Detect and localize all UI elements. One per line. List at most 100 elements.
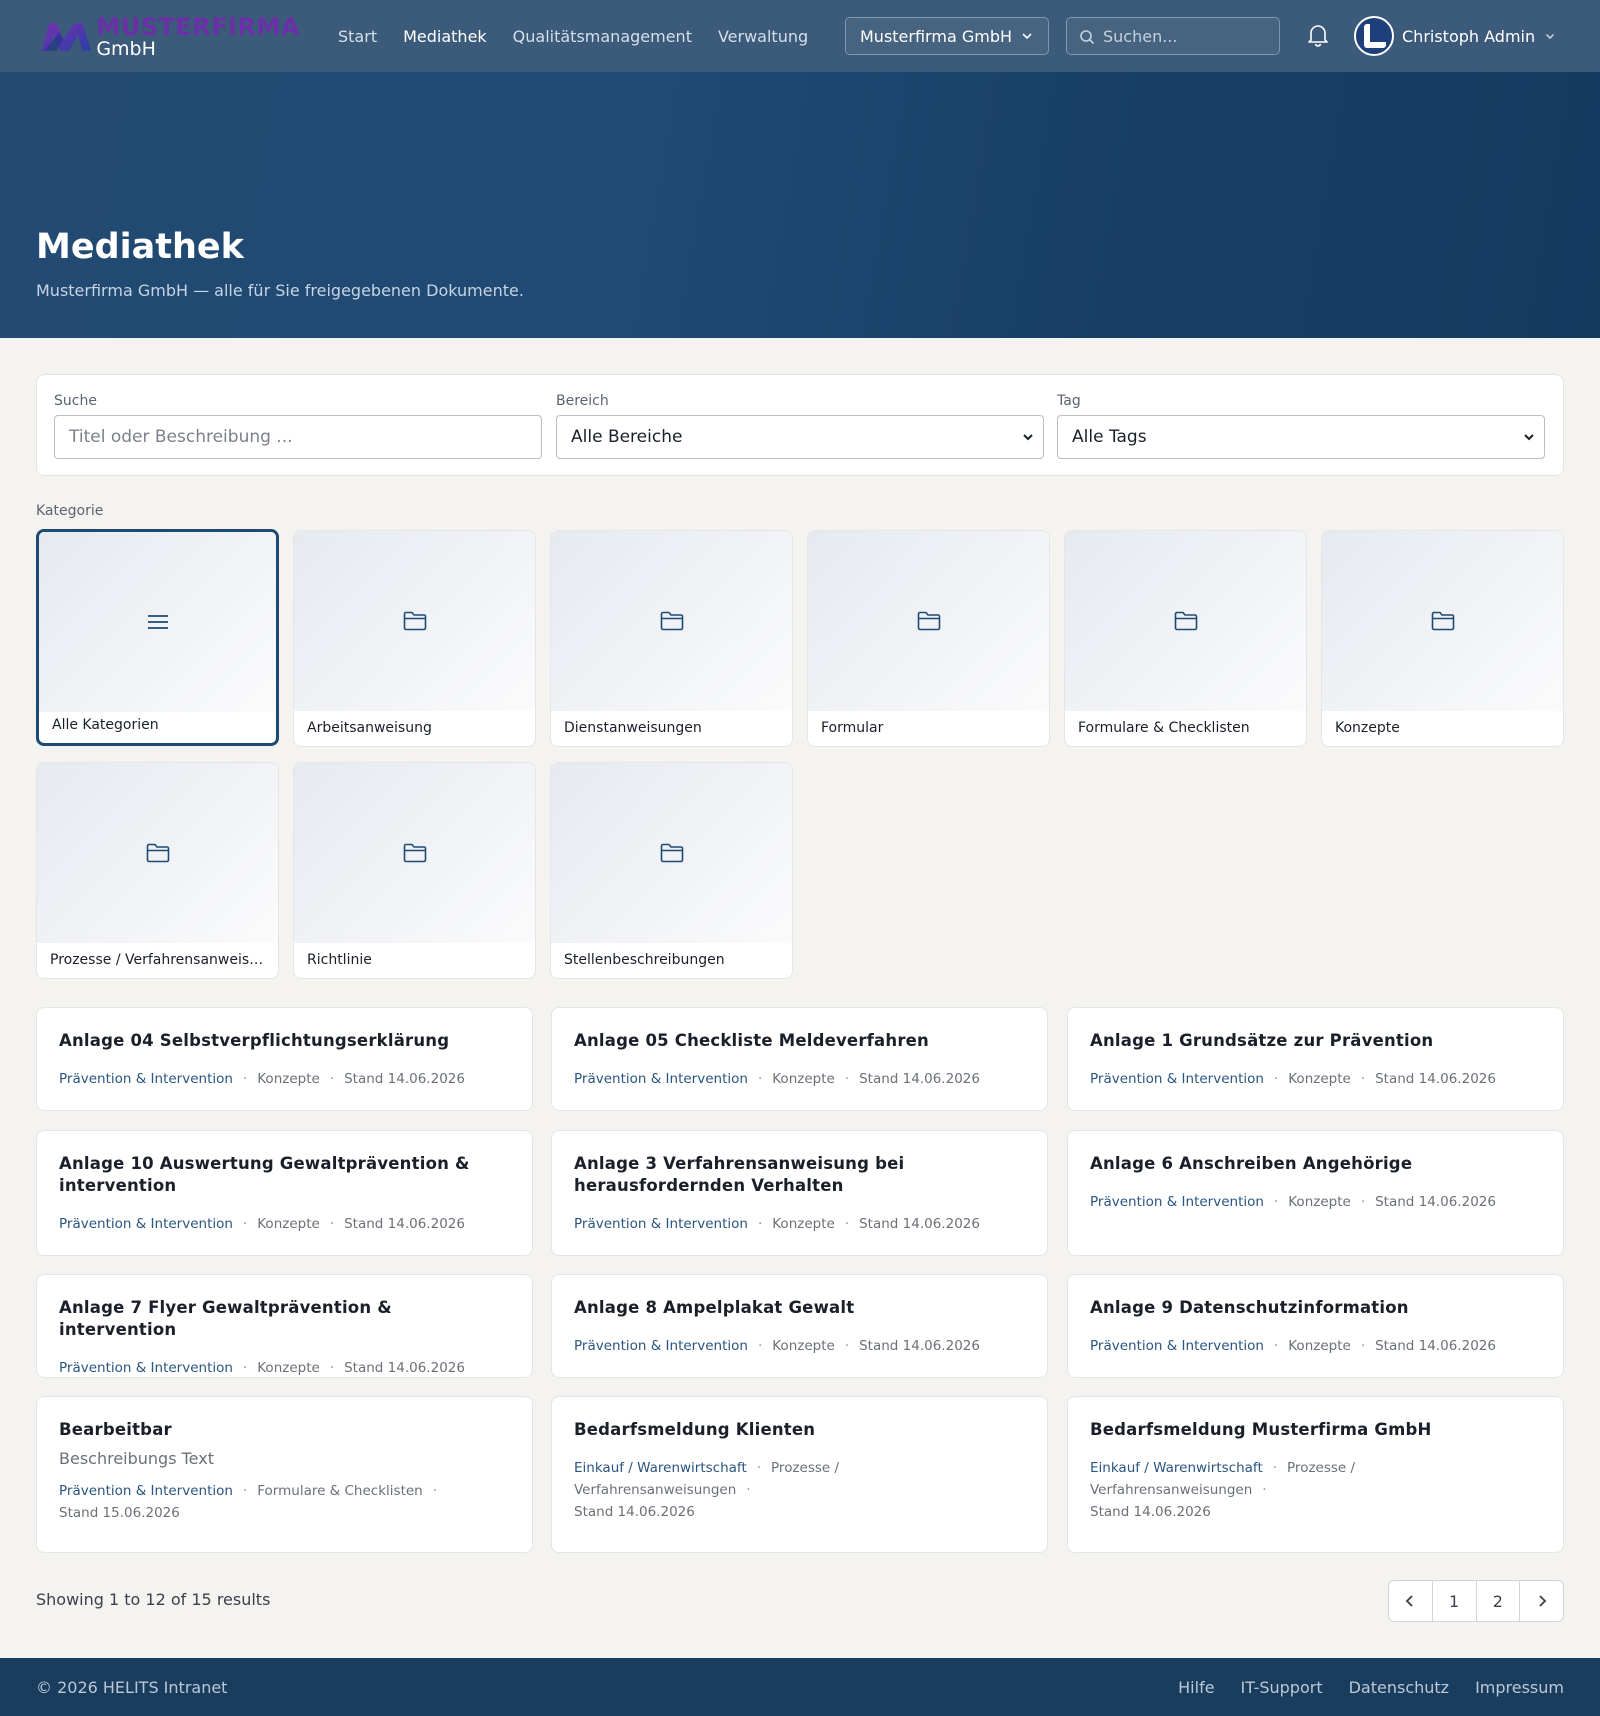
document-title: Anlage 7 Flyer Gewaltprävention & interv… bbox=[59, 1298, 392, 1339]
document-date: Stand 14.06.2026 bbox=[859, 1071, 980, 1087]
chevron-down-icon[interactable] bbox=[1544, 30, 1556, 42]
document-card[interactable]: Anlage 05 Checkliste Meldeverfahren Präv… bbox=[551, 1007, 1048, 1111]
document-area: Prävention & Intervention bbox=[574, 1071, 748, 1087]
footer-link-datenschutz[interactable]: Datenschutz bbox=[1349, 1678, 1449, 1697]
category-label: Kategorie bbox=[36, 503, 104, 519]
folder-icon bbox=[403, 611, 426, 631]
category-tile-label: Formulare & Checklisten bbox=[1078, 720, 1250, 736]
area-select[interactable]: Alle Bereiche bbox=[556, 415, 1044, 459]
user-menu-name[interactable]: Christoph Admin bbox=[1402, 0, 1535, 72]
main-menu: Start Mediathek Qualitätsmanagement Verw… bbox=[338, 0, 834, 72]
document-card[interactable]: Anlage 10 Auswertung Gewaltprävention & … bbox=[36, 1130, 533, 1256]
document-title: Anlage 9 Datenschutzinformation bbox=[1090, 1298, 1409, 1317]
document-category: Konzepte bbox=[257, 1216, 320, 1232]
page-hero: Mediathek Musterfirma GmbH — alle für Si… bbox=[0, 72, 1600, 338]
organization-select-value: Musterfirma GmbH bbox=[860, 26, 1012, 46]
document-title: Anlage 6 Anschreiben Angehörige bbox=[1090, 1154, 1413, 1173]
area-label: Bereich bbox=[556, 393, 609, 409]
document-card[interactable]: Anlage 9 Datenschutzinformation Präventi… bbox=[1067, 1274, 1564, 1378]
document-meta: Einkauf / Warenwirtschaft · Prozesse / Ver… bbox=[1090, 1460, 1356, 1520]
category-tile-prozesse[interactable]: Prozesse / Verfahrensanweisu... bbox=[36, 762, 279, 979]
document-date: Stand 14.06.2026 bbox=[1375, 1194, 1496, 1210]
tag-select[interactable]: Alle Tags bbox=[1057, 415, 1545, 459]
global-search[interactable] bbox=[1066, 17, 1280, 55]
document-category: Konzepte bbox=[772, 1216, 835, 1232]
nav-verwaltung[interactable]: Verwaltung bbox=[718, 27, 808, 46]
search-label: Suche bbox=[54, 393, 97, 409]
document-date: Stand 14.06.2026 bbox=[1375, 1071, 1496, 1087]
chevron-down-icon bbox=[1022, 33, 1032, 40]
document-card[interactable]: Bedarfsmeldung Klienten Einkauf / Warenw… bbox=[551, 1396, 1048, 1553]
category-tile-konzepte[interactable]: Konzepte bbox=[1321, 530, 1564, 747]
prev-page-button[interactable] bbox=[1389, 1581, 1432, 1621]
next-page-button[interactable] bbox=[1519, 1581, 1563, 1621]
category-tile-label: Richtlinie bbox=[307, 952, 372, 968]
category-tile-dienstanweisungen[interactable]: Dienstanweisungen bbox=[550, 530, 793, 747]
folder-icon bbox=[660, 843, 683, 863]
page-button-2[interactable]: 2 bbox=[1475, 1581, 1520, 1621]
category-tile-formular[interactable]: Formular bbox=[807, 530, 1050, 747]
document-category: Konzepte bbox=[772, 1338, 835, 1354]
organization-select[interactable]: Musterfirma GmbH bbox=[845, 17, 1049, 55]
document-title: Bedarfsmeldung Klienten bbox=[574, 1420, 816, 1439]
nav-start[interactable]: Start bbox=[338, 27, 377, 46]
document-meta: Prävention & Intervention · Konzepte · Stand… bbox=[574, 1338, 980, 1354]
category-tile-label: Stellenbeschreibungen bbox=[564, 952, 725, 968]
folder-icon bbox=[146, 843, 169, 863]
chevron-down-icon bbox=[1023, 434, 1033, 441]
document-area: Prävention & Intervention bbox=[574, 1338, 748, 1354]
folder-icon bbox=[660, 611, 683, 631]
global-search-input[interactable] bbox=[1103, 26, 1273, 46]
nav-mediathek[interactable]: Mediathek bbox=[403, 27, 487, 46]
document-card[interactable]: Bedarfsmeldung Musterfirma GmbH Einkauf … bbox=[1067, 1396, 1564, 1553]
document-area: Prävention & Intervention bbox=[59, 1483, 233, 1499]
document-title: Bearbeitbar bbox=[59, 1420, 172, 1439]
footer-link-it-support[interactable]: IT-Support bbox=[1241, 1678, 1323, 1697]
avatar[interactable] bbox=[1354, 16, 1394, 56]
category-tile-arbeitsanweisung[interactable]: Arbeitsanweisung bbox=[293, 530, 536, 747]
document-category: Konzepte bbox=[1288, 1071, 1351, 1087]
document-card[interactable]: Anlage 6 Anschreiben Angehörige Präventi… bbox=[1067, 1130, 1564, 1256]
nav-qualitaetsmanagement[interactable]: Qualitätsmanagement bbox=[513, 27, 692, 46]
document-title: Anlage 8 Ampelplakat Gewalt bbox=[574, 1298, 855, 1317]
category-tile-alle-kategorien[interactable]: Alle Kategorien bbox=[36, 529, 279, 746]
document-card[interactable]: Anlage 04 Selbstverpflichtungserklärung … bbox=[36, 1007, 533, 1111]
document-meta: Prävention & Intervention · Konzepte · Stand… bbox=[59, 1071, 465, 1087]
document-date: Stand 14.06.2026 bbox=[344, 1216, 465, 1232]
document-date: Stand 14.06.2026 bbox=[344, 1071, 465, 1087]
document-date: Stand 14.06.2026 bbox=[1090, 1504, 1211, 1520]
category-tile-label: Konzepte bbox=[1335, 720, 1400, 736]
document-title: Anlage 10 Auswertung Gewaltprävention & … bbox=[59, 1154, 470, 1195]
document-title: Anlage 3 Verfahrensanweisung bei herausf… bbox=[574, 1154, 905, 1195]
document-category: Konzepte bbox=[1288, 1338, 1351, 1354]
page-button-1[interactable]: 1 bbox=[1431, 1581, 1476, 1621]
search-input[interactable] bbox=[69, 427, 541, 447]
document-card[interactable]: Anlage 7 Flyer Gewaltprävention & interv… bbox=[36, 1274, 533, 1378]
page-footer: © 2026 HELITS Intranet Hilfe IT-Support … bbox=[0, 1658, 1600, 1716]
brand-logo[interactable]: MUSTERFIRMA GmbH bbox=[40, 12, 300, 62]
document-card[interactable]: Bearbeitbar Beschreibungs Text Präventio… bbox=[36, 1396, 533, 1553]
category-tile-formulare-checklisten[interactable]: Formulare & Checklisten bbox=[1064, 530, 1307, 747]
document-card[interactable]: Anlage 3 Verfahrensanweisung bei herausf… bbox=[551, 1130, 1048, 1256]
bell-icon[interactable] bbox=[1305, 22, 1331, 48]
category-tile-richtlinie[interactable]: Richtlinie bbox=[293, 762, 536, 979]
document-meta: Einkauf / Warenwirtschaft · Prozesse / Ver… bbox=[574, 1460, 840, 1520]
list-icon bbox=[147, 615, 168, 629]
brand-line2: GmbH bbox=[96, 38, 156, 60]
search-field[interactable] bbox=[54, 415, 542, 459]
document-date: Stand 14.06.2026 bbox=[1375, 1338, 1496, 1354]
document-meta: Prävention & Intervention · Konzepte · Stand… bbox=[574, 1071, 980, 1087]
document-category: Konzepte bbox=[257, 1360, 320, 1376]
document-area: Einkauf / Warenwirtschaft bbox=[574, 1460, 747, 1476]
pagination: 1 2 bbox=[1388, 1580, 1564, 1622]
chevron-left-icon bbox=[1406, 1595, 1414, 1607]
document-date: Stand 15.06.2026 bbox=[59, 1505, 180, 1521]
document-title: Anlage 1 Grundsätze zur Prävention bbox=[1090, 1031, 1434, 1050]
document-card[interactable]: Anlage 1 Grundsätze zur Prävention Präve… bbox=[1067, 1007, 1564, 1111]
document-meta: Prävention & Intervention · Konzepte · Stand… bbox=[1090, 1194, 1496, 1210]
document-card[interactable]: Anlage 8 Ampelplakat Gewalt Prävention &… bbox=[551, 1274, 1048, 1378]
category-tile-stellenbeschreibungen[interactable]: Stellenbeschreibungen bbox=[550, 762, 793, 979]
document-title: Anlage 04 Selbstverpflichtungserklärung bbox=[59, 1031, 450, 1050]
footer-link-hilfe[interactable]: Hilfe bbox=[1178, 1678, 1214, 1697]
footer-link-impressum[interactable]: Impressum bbox=[1475, 1678, 1564, 1697]
